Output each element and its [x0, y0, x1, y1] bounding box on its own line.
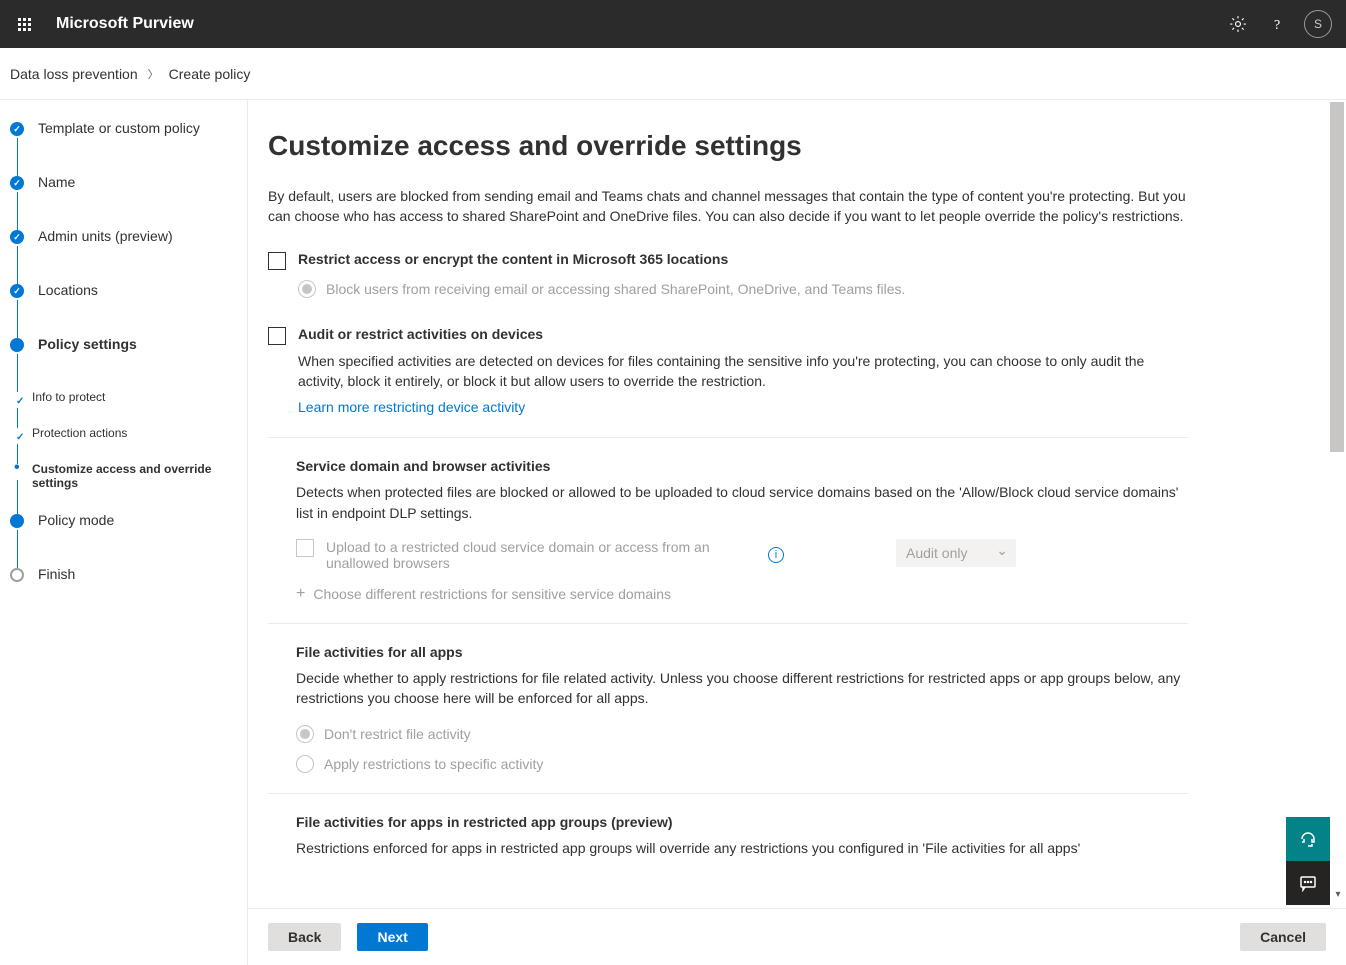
step-policy-settings[interactable]: Policy settings: [10, 336, 247, 390]
desc-file-activities: Decide whether to apply restrictions for…: [296, 668, 1188, 709]
help-icon[interactable]: ?: [1258, 4, 1298, 44]
heading-restricted-app-groups: File activities for apps in restricted a…: [296, 814, 1188, 830]
heading-service-domain: Service domain and browser activities: [296, 458, 1188, 474]
breadcrumb-parent[interactable]: Data loss prevention: [10, 66, 138, 82]
step-policy-mode[interactable]: Policy mode: [10, 512, 247, 566]
wizard-footer: Back Next Cancel: [248, 908, 1346, 965]
desc-service-domain: Detects when protected files are blocked…: [296, 482, 1188, 523]
feedback-caret-icon[interactable]: ▾: [1330, 883, 1346, 905]
label-audit-restrict-devices: Audit or restrict activities on devices: [298, 326, 543, 342]
step-template[interactable]: Template or custom policy: [10, 120, 247, 174]
cancel-button[interactable]: Cancel: [1240, 923, 1326, 951]
feedback-chat-icon[interactable]: [1286, 861, 1330, 905]
breadcrumb-current: Create policy: [169, 66, 251, 82]
scrollbar-thumb[interactable]: [1330, 102, 1344, 452]
dropdown-audit-only: Audit only: [896, 539, 1016, 567]
next-button[interactable]: Next: [357, 923, 427, 951]
label-apply-restrictions: Apply restrictions to specific activity: [324, 756, 543, 772]
heading-file-activities: File activities for all apps: [296, 644, 1188, 660]
back-button[interactable]: Back: [268, 923, 341, 951]
step-name[interactable]: Name: [10, 174, 247, 228]
label-dont-restrict: Don't restrict file activity: [324, 726, 471, 742]
app-title: Microsoft Purview: [56, 15, 194, 33]
desc-restricted-app-groups: Restrictions enforced for apps in restri…: [296, 838, 1188, 858]
radio-apply-restrictions: [296, 755, 314, 773]
link-learn-more-device[interactable]: Learn more restricting device activity: [298, 399, 525, 415]
breadcrumb: Data loss prevention 〉 Create policy: [0, 48, 1346, 100]
label-upload-restricted: Upload to a restricted cloud service dom…: [326, 539, 726, 571]
label-block-users: Block users from receiving email or acce…: [326, 281, 905, 297]
checkbox-restrict-access[interactable]: [268, 252, 286, 270]
app-launcher-icon[interactable]: [8, 8, 40, 40]
desc-audit-restrict: When specified activities are detected o…: [298, 351, 1188, 392]
radio-block-users: [298, 280, 316, 298]
divider: [268, 437, 1188, 438]
checkbox-audit-restrict-devices[interactable]: [268, 327, 286, 345]
headset-support-icon[interactable]: [1286, 817, 1330, 861]
substep-customize-access[interactable]: Customize access and override settings: [10, 462, 247, 512]
checkbox-upload-restricted: [296, 539, 314, 557]
page-title: Customize access and override settings: [268, 130, 1188, 162]
step-locations[interactable]: Locations: [10, 282, 247, 336]
top-bar: Microsoft Purview ? S: [0, 0, 1346, 48]
radio-dont-restrict: [296, 725, 314, 743]
step-finish[interactable]: Finish: [10, 566, 247, 582]
plus-icon: +: [296, 585, 305, 603]
wizard-steps-nav: Template or custom policy Name Admin uni…: [0, 100, 248, 965]
chevron-right-icon: 〉: [148, 66, 159, 82]
divider: [268, 793, 1188, 794]
step-admin-units[interactable]: Admin units (preview): [10, 228, 247, 282]
link-choose-restrictions: + Choose different restrictions for sens…: [296, 585, 1188, 603]
label-restrict-access: Restrict access or encrypt the content i…: [298, 251, 728, 267]
account-avatar[interactable]: S: [1298, 4, 1338, 44]
page-intro: By default, users are blocked from sendi…: [268, 186, 1188, 227]
substep-info-to-protect[interactable]: Info to protect: [10, 390, 247, 426]
info-icon[interactable]: i: [768, 547, 784, 563]
divider: [268, 623, 1188, 624]
floating-actions: ▾: [1286, 817, 1346, 905]
content-scroll[interactable]: Customize access and override settings B…: [248, 100, 1346, 965]
substep-protection-actions[interactable]: Protection actions: [10, 426, 247, 462]
svg-text:?: ?: [1274, 18, 1280, 32]
settings-icon[interactable]: [1218, 4, 1258, 44]
